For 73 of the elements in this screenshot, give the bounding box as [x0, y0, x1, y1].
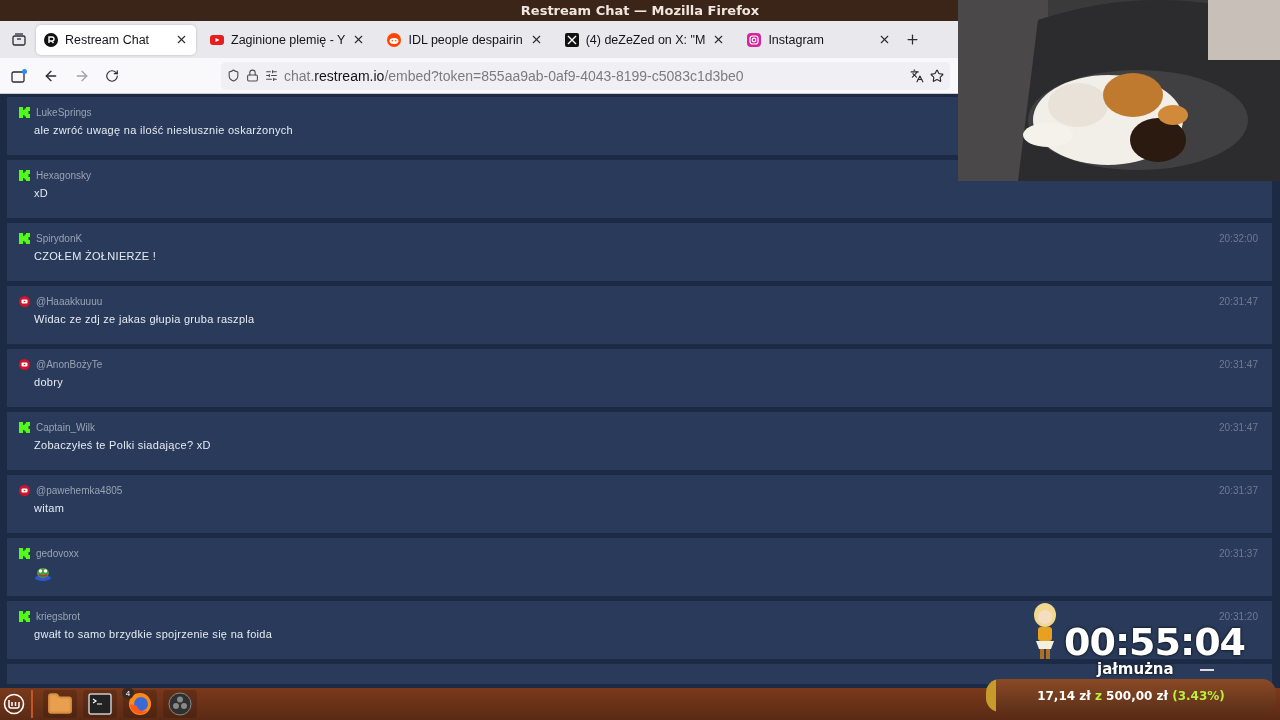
- username: SpirydonK: [36, 233, 84, 244]
- message-time: 20:31:37: [1219, 548, 1258, 559]
- browser-tab[interactable]: IDL people despairin: [379, 24, 551, 55]
- tab-title: Instagram: [768, 32, 825, 47]
- close-icon[interactable]: [175, 33, 188, 46]
- username: gedovoxx: [36, 548, 80, 559]
- username: LukeSprings: [36, 107, 93, 118]
- username: kriegsbrot: [36, 611, 81, 622]
- kick-logo-icon: [19, 233, 30, 244]
- permissions-icon[interactable]: [265, 69, 278, 82]
- timer-label: jałmużna: [1097, 660, 1174, 678]
- taskbar-app[interactable]: 4: [123, 690, 157, 718]
- tab-title: Restream Chat: [65, 32, 151, 47]
- tab-title: Zaginione plemię - Y: [231, 32, 346, 47]
- message-text: ale zwróć uwagę na ilość niesłusznie oskarżonych: [33, 124, 294, 136]
- youtube-icon: [19, 485, 30, 496]
- message-text: gwałt to samo brzydkie spojrzenie się na foida: [33, 628, 274, 640]
- firefox-icon: [128, 692, 152, 716]
- kick-logo-icon: [19, 422, 30, 433]
- restream-logo-icon: [44, 32, 58, 47]
- youtube-icon: [19, 359, 30, 370]
- browser-tab[interactable]: Restream Chat: [36, 24, 196, 55]
- message-time: 20:32:00: [1219, 233, 1258, 244]
- notification-badge: 4: [122, 687, 134, 699]
- kick-logo-icon: [19, 611, 30, 622]
- browser-tab[interactable]: (4) deZeZed on X: "M: [556, 24, 734, 55]
- message-text: Zobaczyłeś te Polki siadające? xD: [33, 439, 212, 451]
- message-time: 20:31:47: [1219, 359, 1258, 370]
- taskbar-app[interactable]: [163, 690, 197, 718]
- youtube-icon: [19, 296, 30, 307]
- shield-icon[interactable]: [227, 69, 240, 82]
- message-time: 20:31:20: [1219, 611, 1258, 622]
- youtube-icon: [210, 34, 224, 45]
- new-tab-icon[interactable]: [905, 32, 921, 47]
- translate-icon[interactable]: [910, 68, 924, 83]
- username: @AnonBożyTe: [36, 359, 104, 370]
- message-text: xD: [33, 187, 50, 199]
- username: @Haaakkuuuu: [36, 296, 104, 307]
- taskbar-app[interactable]: [83, 690, 117, 718]
- message-text: Widac ze zdj ze jakas głupia gruba raszpla: [33, 313, 256, 325]
- kick-logo-icon: [19, 107, 30, 118]
- address-bar[interactable]: chat.restream.io/embed?token=855aa9ab-0af9-4043-8199-c5083c1d3be0: [221, 61, 950, 90]
- reload-icon[interactable]: [105, 68, 119, 83]
- x-logo-icon: [564, 32, 579, 47]
- message-time: 20:31:47: [1219, 296, 1258, 307]
- message-text: witam: [33, 502, 66, 514]
- bookmark-star-icon[interactable]: [930, 68, 944, 83]
- obs-icon: [168, 692, 192, 716]
- username: Hexagonsky: [36, 170, 93, 181]
- username: @pawehemka4805: [36, 485, 124, 496]
- window-title: Restream Chat — Mozilla Firefox: [520, 3, 760, 18]
- message-time: 20:31:37: [1219, 485, 1258, 496]
- goal-text: 17,14 zł z 500,00 zł (3.43%): [1037, 688, 1225, 703]
- instagram-icon: [747, 32, 762, 47]
- message-text: dobry: [33, 376, 65, 388]
- username: Captain_Wilk: [36, 422, 96, 433]
- url-text: chat.restream.io/embed?token=855aa9ab-0af9-4043-8199-c5083c1d3be0: [284, 67, 745, 84]
- folder-icon: [47, 691, 73, 717]
- timer: 00:55:04: [1064, 623, 1246, 661]
- browser-tab[interactable]: Zaginione plemię - Y: [202, 24, 374, 55]
- message-time: 20:31:47: [1219, 422, 1258, 433]
- browser-tab[interactable]: Instagram: [739, 24, 900, 55]
- reddit-icon: [387, 32, 402, 47]
- message-text: CZOŁEM ŻOŁNIERZE !: [33, 250, 158, 262]
- tab-title: (4) deZeZed on X: "M: [585, 32, 706, 47]
- tab-title: IDL people despairin: [408, 32, 523, 47]
- taskbar-app[interactable]: [43, 690, 77, 718]
- kick-logo-icon: [19, 170, 30, 181]
- frog-emote-icon: [34, 565, 52, 581]
- kick-logo-icon: [19, 548, 30, 559]
- lock-icon[interactable]: [246, 69, 259, 82]
- menu-logo-icon[interactable]: [3, 693, 25, 715]
- terminal-icon: [88, 693, 112, 715]
